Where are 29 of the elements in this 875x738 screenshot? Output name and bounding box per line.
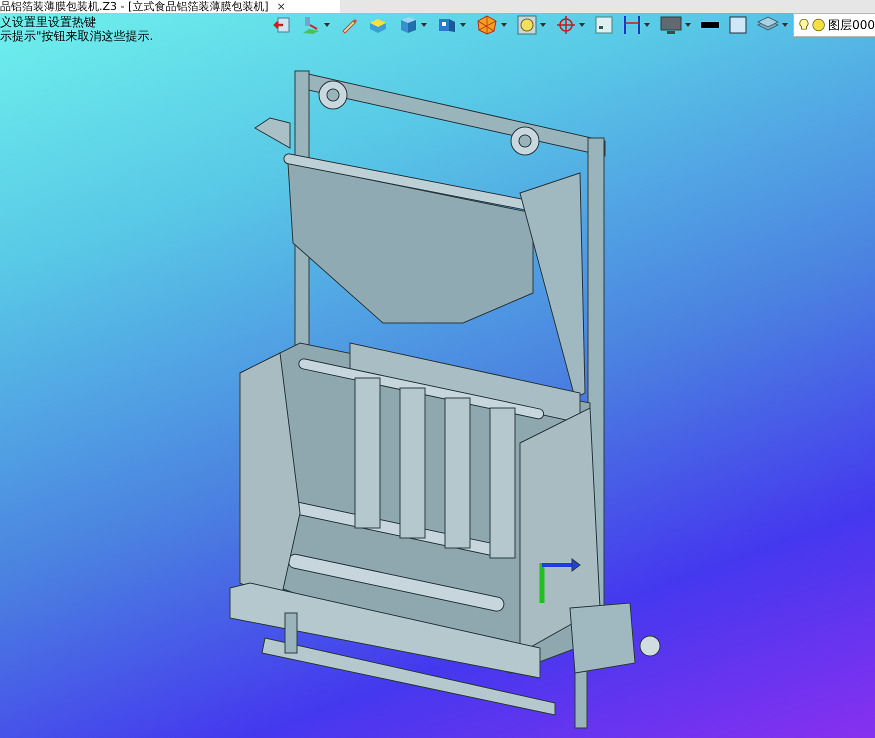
dropdown-arrow-icon[interactable]	[782, 23, 788, 27]
close-tab-button[interactable]: ×	[276, 0, 286, 13]
pencil-icon[interactable]	[340, 16, 358, 34]
polygon-sphere-icon[interactable]	[476, 15, 498, 35]
document-tab[interactable]: 品铝箔装薄膜包装机.Z3 - [立式食品铝箔装薄膜包装机] ×	[0, 0, 340, 13]
document-title: 品铝箔装薄膜包装机.Z3 - [立式食品铝箔装薄膜包装机]	[0, 0, 269, 13]
window-frame-icon[interactable]	[595, 16, 613, 34]
dropdown-arrow-icon[interactable]	[685, 23, 691, 27]
exit-icon[interactable]	[273, 16, 291, 34]
dropdown-arrow-icon[interactable]	[460, 23, 466, 27]
layer-dropdown[interactable]: 图层000	[793, 13, 875, 37]
dropdown-arrow-icon[interactable]	[644, 23, 650, 27]
circle-icon	[812, 17, 826, 33]
dropdown-arrow-icon[interactable]	[324, 23, 330, 27]
color-swatch-icon[interactable]	[729, 16, 747, 34]
line-weight-icon[interactable]	[701, 21, 719, 29]
dropdown-arrow-icon[interactable]	[421, 23, 427, 27]
monitor-icon[interactable]	[660, 15, 682, 35]
dropdown-arrow-icon[interactable]	[540, 23, 546, 27]
hint-text: 示提示"按钮来取消这些提示.	[0, 29, 154, 43]
cube-icon[interactable]	[398, 15, 418, 35]
dimension-icon[interactable]	[623, 15, 641, 35]
zoom-icon[interactable]	[517, 15, 537, 35]
dropdown-arrow-icon[interactable]	[579, 23, 585, 27]
layer-name: 图层000	[828, 16, 875, 34]
dropdown-arrow-icon[interactable]	[501, 23, 507, 27]
sketch-icon[interactable]	[301, 15, 321, 35]
crosshair-icon[interactable]	[556, 15, 576, 35]
hint-text: 义设置里设置热键	[0, 15, 97, 29]
